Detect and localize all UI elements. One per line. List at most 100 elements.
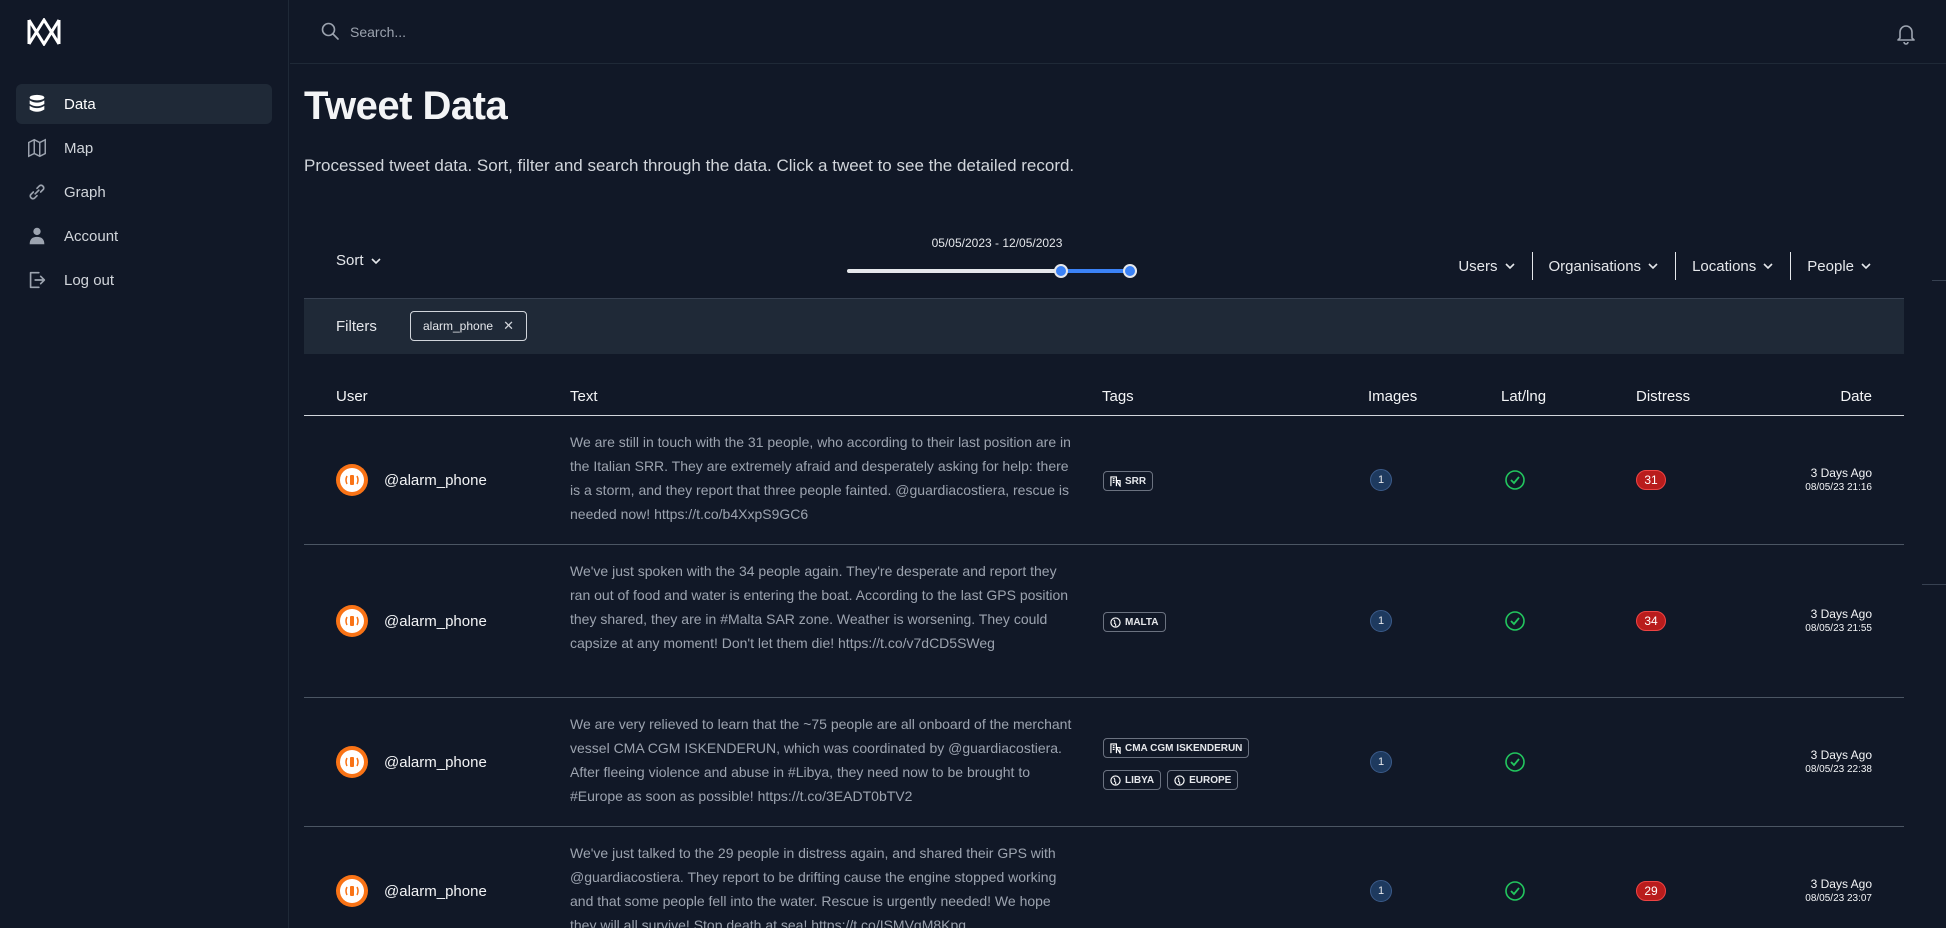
sort-label: Sort	[336, 252, 364, 269]
column-header-user[interactable]: User	[336, 388, 368, 405]
filter-chip-label: alarm_phone	[423, 319, 494, 333]
app-logo-icon[interactable]	[27, 18, 61, 46]
user-handle: @alarm_phone	[384, 754, 487, 771]
images-count-badge: 1	[1370, 880, 1392, 902]
table-row[interactable]: @alarm_phone We've just spoken with the …	[304, 545, 1904, 698]
divider	[1932, 280, 1946, 281]
tag-badge[interactable]: MALTA	[1103, 612, 1166, 632]
date-absolute: 08/05/23 21:55	[1805, 623, 1872, 634]
filters-label: Filters	[336, 318, 377, 335]
tweet-text: We've just spoken with the 34 people aga…	[570, 563, 1069, 651]
sidebar-nav: Data Map Graph Account Log out	[16, 84, 272, 304]
sidebar-item-label: Log out	[64, 271, 115, 289]
chevron-down-icon	[1504, 263, 1515, 270]
dropdown-label: Locations	[1692, 257, 1757, 275]
tags-cell: MALTA	[1103, 612, 1303, 632]
filter-chip[interactable]: alarm_phone ✕	[410, 311, 527, 341]
sort-button[interactable]: Sort	[336, 252, 382, 269]
link-icon	[26, 181, 48, 203]
tag-label: CMA CGM ISKENDERUN	[1125, 742, 1243, 754]
filter-dropdowns: Users Organisations Locations People	[1442, 252, 1904, 280]
sidebar-item-graph[interactable]: Graph	[16, 172, 272, 212]
user-icon	[26, 225, 48, 247]
tag-label: EUROPE	[1189, 774, 1232, 786]
dropdown-label: People	[1807, 257, 1854, 275]
bell-icon[interactable]	[1894, 21, 1918, 45]
search-input[interactable]	[350, 16, 1150, 48]
distress-badge: 34	[1636, 611, 1666, 631]
tag-badge[interactable]: EUROPE	[1167, 770, 1239, 790]
column-header-text[interactable]: Text	[570, 388, 598, 405]
globe-icon	[1110, 774, 1121, 786]
table-header: User Text Tags Images Lat/lng Distress D…	[304, 362, 1904, 416]
tag-badge[interactable]: LIBYA	[1103, 770, 1162, 790]
tweet-table: User Text Tags Images Lat/lng Distress D…	[304, 362, 1904, 928]
column-header-tags[interactable]: Tags	[1102, 388, 1134, 405]
date-relative: 3 Days Ago	[1810, 748, 1872, 762]
organisations-dropdown[interactable]: Organisations	[1531, 252, 1676, 280]
column-header-date[interactable]: Date	[1840, 388, 1872, 405]
globe-icon	[1110, 616, 1121, 628]
building-icon	[1110, 742, 1121, 754]
sidebar-item-label: Map	[64, 139, 94, 157]
images-count-badge: 1	[1370, 469, 1392, 491]
chevron-down-icon	[370, 257, 381, 264]
column-header-distress[interactable]: Distress	[1636, 388, 1690, 405]
alarm-phone-logo-icon	[340, 468, 364, 492]
people-dropdown[interactable]: People	[1790, 252, 1904, 280]
chevron-down-icon	[1648, 263, 1658, 270]
toolbar: Sort 05/05/2023 - 12/05/2023 Users Organ…	[304, 224, 1904, 304]
sidebar-item-logout[interactable]: Log out	[16, 260, 272, 300]
close-icon[interactable]: ✕	[503, 318, 514, 334]
chevron-down-icon	[1763, 263, 1773, 270]
date-relative: 3 Days Ago	[1810, 607, 1872, 621]
alarm-phone-logo-icon	[340, 879, 364, 903]
date-absolute: 08/05/23 23:07	[1805, 893, 1872, 904]
avatar	[336, 875, 368, 907]
slider-thumb-end[interactable]	[1123, 264, 1137, 278]
locations-dropdown[interactable]: Locations	[1675, 252, 1790, 280]
sidebar-item-account[interactable]: Account	[16, 216, 272, 256]
logout-icon	[26, 269, 48, 291]
page-title: Tweet Data	[304, 84, 508, 128]
distress-badge: 29	[1636, 881, 1666, 901]
avatar	[336, 746, 368, 778]
user-handle: @alarm_phone	[384, 883, 487, 900]
check-circle-icon	[1505, 881, 1525, 901]
tag-label: SRR	[1125, 475, 1147, 487]
avatar	[336, 605, 368, 637]
tag-badge[interactable]: SRR	[1103, 471, 1154, 491]
date-cell: 3 Days Ago 08/05/23 21:55	[1805, 607, 1872, 634]
images-count-badge: 1	[1370, 610, 1392, 632]
divider	[1922, 584, 1946, 585]
slider-selected-range	[1061, 269, 1130, 273]
sidebar-item-map[interactable]: Map	[16, 128, 272, 168]
alarm-phone-logo-icon	[340, 750, 364, 774]
sidebar-item-data[interactable]: Data	[16, 84, 272, 124]
sidebar: Data Map Graph Account Log out	[0, 0, 289, 928]
filters-bar: Filters alarm_phone ✕	[304, 298, 1904, 354]
date-absolute: 08/05/23 21:16	[1805, 482, 1872, 493]
table-row[interactable]: @alarm_phone We've just talked to the 29…	[304, 827, 1904, 928]
sidebar-item-label: Data	[64, 95, 96, 113]
table-row[interactable]: @alarm_phone We are still in touch with …	[304, 416, 1904, 545]
slider-thumb-start[interactable]	[1054, 264, 1068, 278]
distress-badge: 31	[1636, 470, 1666, 490]
check-circle-icon	[1505, 611, 1525, 631]
database-icon	[26, 93, 48, 115]
globe-icon	[1174, 774, 1185, 786]
table-row[interactable]: @alarm_phone We are very relieved to lea…	[304, 698, 1904, 827]
users-dropdown[interactable]: Users	[1442, 252, 1531, 280]
sidebar-item-label: Graph	[64, 183, 106, 201]
date-cell: 3 Days Ago 08/05/23 22:38	[1805, 748, 1872, 775]
date-relative: 3 Days Ago	[1810, 466, 1872, 480]
column-header-latlng[interactable]: Lat/lng	[1501, 388, 1546, 405]
column-header-images[interactable]: Images	[1368, 388, 1417, 405]
right-edge-panel	[1904, 64, 1946, 928]
date-range-label: 05/05/2023 - 12/05/2023	[931, 236, 1063, 250]
tag-badge[interactable]: CMA CGM ISKENDERUN	[1103, 738, 1250, 758]
check-circle-icon	[1505, 752, 1525, 772]
date-cell: 3 Days Ago 08/05/23 21:16	[1805, 466, 1872, 493]
tags-cell: CMA CGM ISKENDERUN LIBYA EUROPE	[1103, 738, 1303, 790]
tag-label: MALTA	[1125, 616, 1159, 628]
